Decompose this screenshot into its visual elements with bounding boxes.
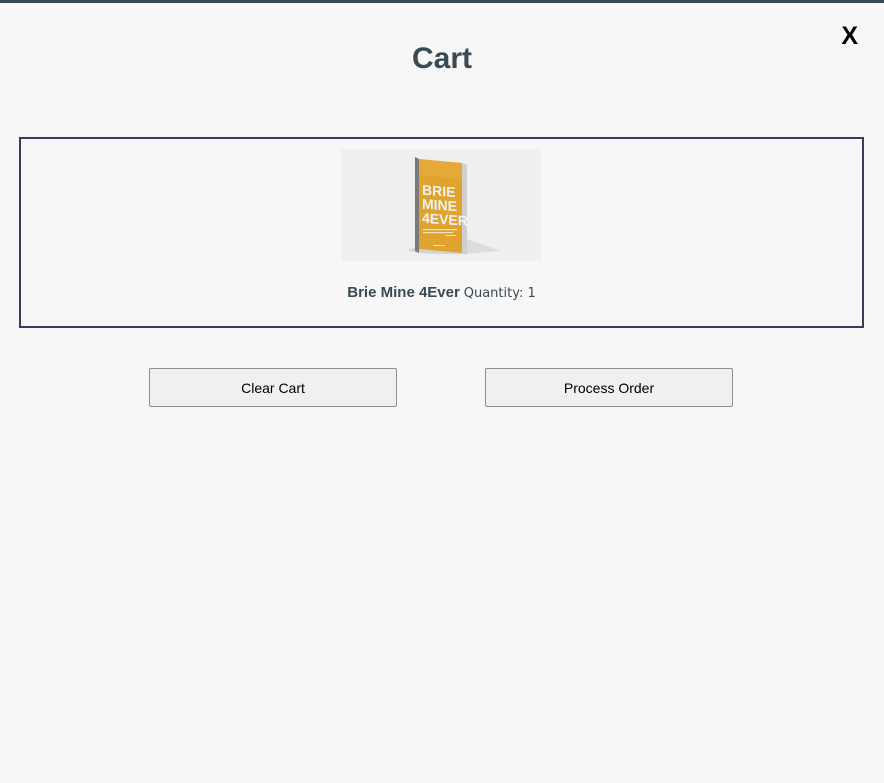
top-border <box>0 0 884 3</box>
cart-item-quantity: Quantity: 1 <box>463 286 536 301</box>
cart-item-title: Brie Mine 4Ever <box>347 284 460 301</box>
cart-item-caption: Brie Mine 4Ever Quantity: 1 <box>21 284 862 301</box>
book-cover-image: BRIE MINE 4EVER <box>341 149 541 261</box>
cart-item-container: BRIE MINE 4EVER Brie Mine 4Ever Quantity… <box>19 137 864 328</box>
clear-cart-button[interactable]: Clear Cart <box>149 368 397 407</box>
page-title: Cart <box>411 42 472 75</box>
svg-text:4EVER: 4EVER <box>422 210 468 229</box>
book-mockup-icon: BRIE MINE 4EVER <box>409 157 501 255</box>
process-order-button[interactable]: Process Order <box>485 368 733 407</box>
